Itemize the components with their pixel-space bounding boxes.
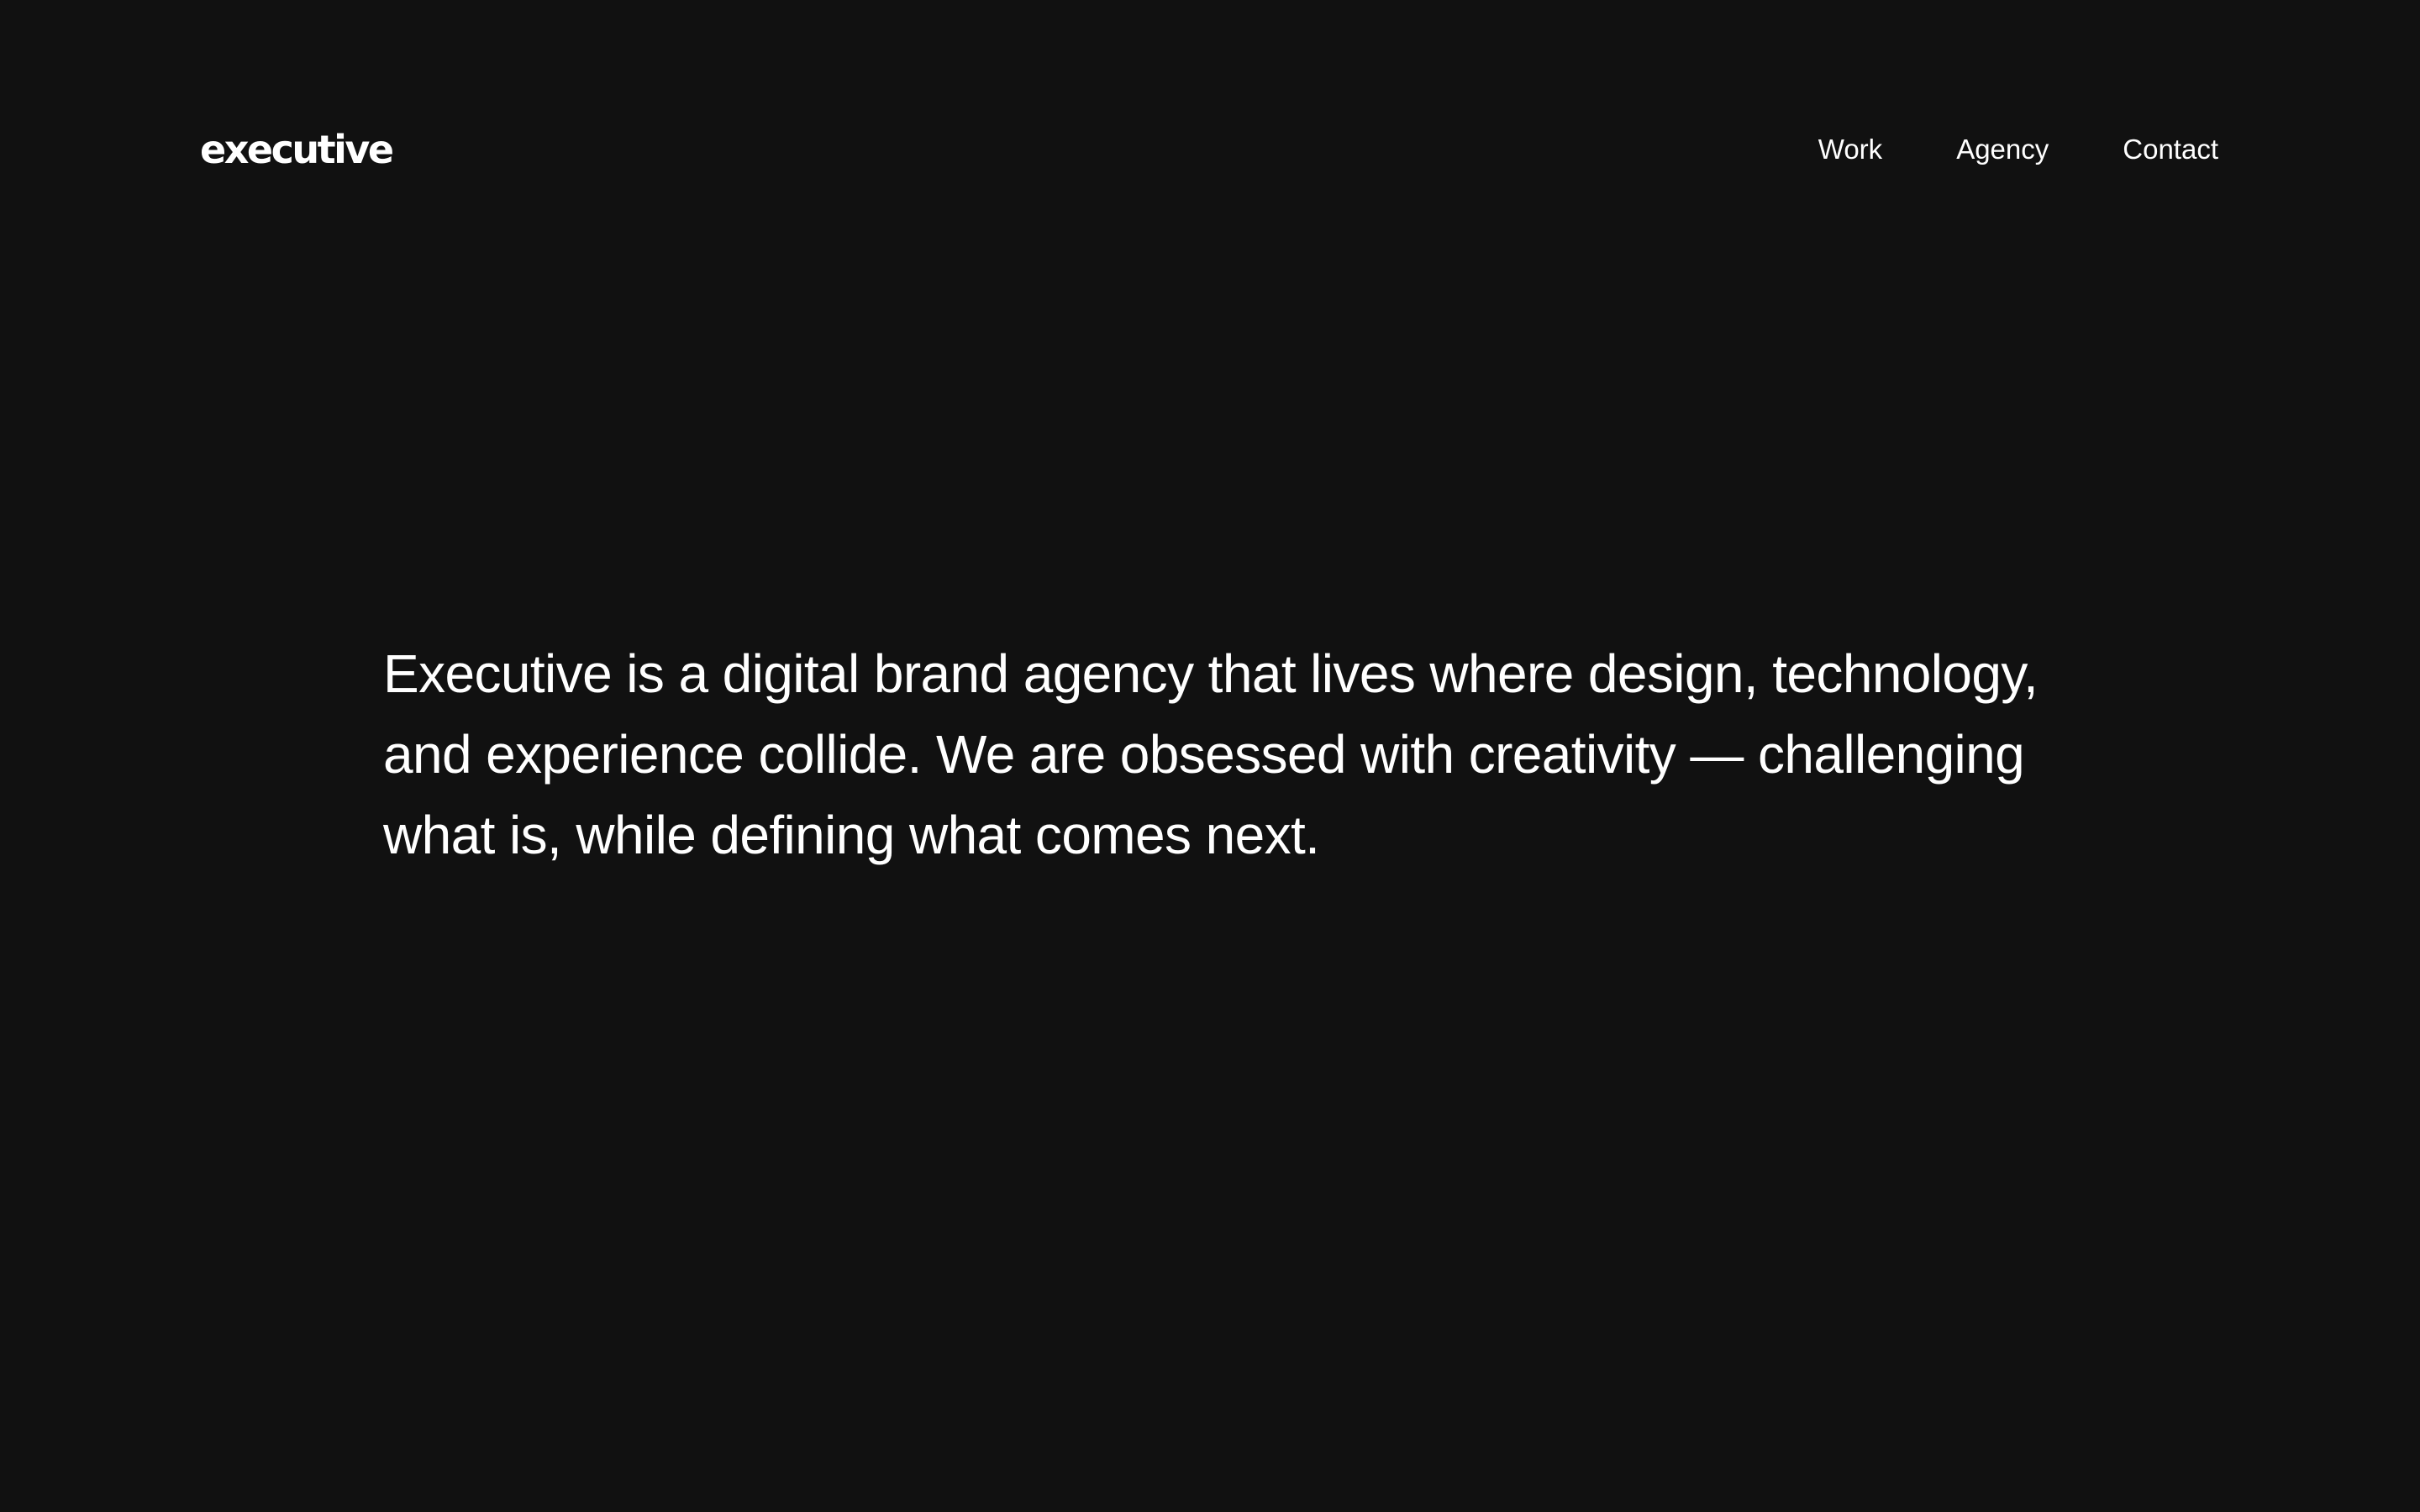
nav-link-agency[interactable]: Agency bbox=[1956, 126, 2049, 173]
hero-section: Executive is a digital brand agency that… bbox=[383, 633, 2055, 875]
nav-link-contact[interactable]: Contact bbox=[2123, 126, 2218, 173]
nav-link-work[interactable]: Work bbox=[1818, 126, 1882, 173]
main-nav: Work Agency Contact bbox=[1818, 126, 2218, 173]
site-logo[interactable]: executive bbox=[200, 116, 394, 183]
site-header: executive Work Agency Contact bbox=[0, 0, 2420, 302]
hero-statement: Executive is a digital brand agency that… bbox=[383, 643, 2039, 865]
